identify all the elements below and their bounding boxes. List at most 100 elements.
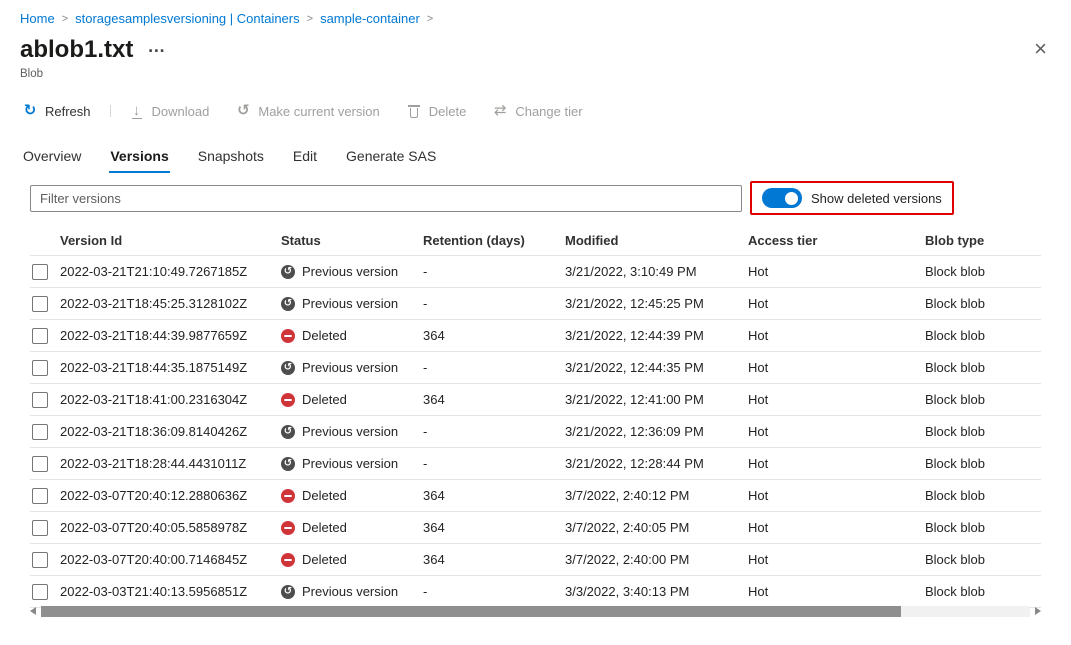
modified-cell: 3/3/2022, 3:40:13 PM — [565, 584, 748, 599]
table-row[interactable]: 2022-03-07T20:40:00.7146845Z Deleted 364… — [30, 544, 1041, 576]
table-row[interactable]: 2022-03-21T18:45:25.3128102Z Previous ve… — [30, 288, 1041, 320]
access-tier-cell: Hot — [748, 520, 925, 535]
column-header-retention[interactable]: Retention (days) — [423, 233, 565, 248]
retention-cell: 364 — [423, 328, 565, 343]
table-row[interactable]: 2022-03-21T18:44:35.1875149Z Previous ve… — [30, 352, 1041, 384]
row-checkbox[interactable] — [32, 488, 48, 504]
status-label: Previous version — [302, 424, 398, 439]
toggle-knob — [785, 192, 798, 205]
table-row[interactable]: 2022-03-07T20:40:12.2880636Z Deleted 364… — [30, 480, 1041, 512]
status-cell: Deleted — [281, 552, 423, 567]
row-checkbox[interactable] — [32, 584, 48, 600]
row-checkbox[interactable] — [32, 456, 48, 472]
column-header-blob-type[interactable]: Blob type — [925, 233, 1041, 248]
status-label: Deleted — [302, 328, 347, 343]
delete[interactable]: Delete — [406, 103, 467, 119]
previous-version-icon — [281, 457, 295, 471]
status-cell: Previous version — [281, 264, 423, 279]
previous-version-icon — [281, 361, 295, 375]
tab-bar: Overview Versions Snapshots Edit Generat… — [22, 146, 437, 173]
access-tier-cell: Hot — [748, 456, 925, 471]
access-tier-cell: Hot — [748, 552, 925, 567]
refresh[interactable]: Refresh — [22, 103, 91, 119]
status-cell: Previous version — [281, 456, 423, 471]
access-tier-cell: Hot — [748, 488, 925, 503]
toolbar-item-label: Delete — [429, 104, 467, 119]
download[interactable]: Download — [129, 103, 210, 119]
table-row[interactable]: 2022-03-21T18:41:00.2316304Z Deleted 364… — [30, 384, 1041, 416]
page-title: ablob1.txt — [20, 36, 133, 64]
toolbar-item-label: Download — [152, 104, 210, 119]
blob-type-cell: Block blob — [925, 264, 1041, 279]
breadcrumb-item: sample-container — [320, 11, 440, 26]
row-checkbox[interactable] — [32, 264, 48, 280]
checkbox-cell — [30, 264, 60, 280]
modified-cell: 3/21/2022, 12:45:25 PM — [565, 296, 748, 311]
table-row[interactable]: 2022-03-21T18:28:44.4431011Z Previous ve… — [30, 448, 1041, 480]
version-id-cell: 2022-03-07T20:40:00.7146845Z — [60, 552, 281, 567]
command-bar: Refresh Download Make current version De… — [22, 100, 583, 122]
checkbox-cell — [30, 328, 60, 344]
status-label: Previous version — [302, 456, 398, 471]
retention-cell: 364 — [423, 552, 565, 567]
retention-cell: - — [423, 424, 565, 439]
column-header-modified[interactable]: Modified — [565, 233, 748, 248]
versions[interactable]: Versions — [109, 146, 169, 173]
access-tier-cell: Hot — [748, 392, 925, 407]
more-options-icon[interactable]: … — [147, 36, 166, 56]
scrollbar-left-arrow-icon[interactable] — [30, 607, 36, 615]
access-tier-cell: Hot — [748, 360, 925, 375]
row-checkbox[interactable] — [32, 328, 48, 344]
row-checkbox[interactable] — [32, 296, 48, 312]
blob-type-cell: Block blob — [925, 296, 1041, 311]
overview[interactable]: Overview — [22, 146, 82, 173]
row-checkbox[interactable] — [32, 552, 48, 568]
column-header-version-id[interactable]: Version Id — [60, 233, 281, 248]
access-tier-cell: Hot — [748, 264, 925, 279]
change-tier-icon — [492, 103, 508, 119]
scrollbar-thumb[interactable] — [41, 606, 901, 617]
table-header: Version Id Status Retention (days) Modif… — [30, 226, 1041, 255]
filter-versions-input[interactable] — [30, 185, 742, 212]
modified-cell: 3/21/2022, 12:44:35 PM — [565, 360, 748, 375]
row-checkbox[interactable] — [32, 520, 48, 536]
show-deleted-toggle[interactable] — [762, 188, 802, 208]
blob-type-cell: Block blob — [925, 424, 1041, 439]
generate-sas[interactable]: Generate SAS — [345, 146, 437, 173]
checkbox-cell — [30, 584, 60, 600]
status-cell: Previous version — [281, 424, 423, 439]
snapshots[interactable]: Snapshots — [197, 146, 265, 173]
version-id-cell: 2022-03-03T21:40:13.5956851Z — [60, 584, 281, 599]
access-tier-cell: Hot — [748, 584, 925, 599]
table-row[interactable]: 2022-03-21T18:36:09.8140426Z Previous ve… — [30, 416, 1041, 448]
deleted-icon — [281, 489, 295, 503]
checkbox-cell — [30, 424, 60, 440]
deleted-icon — [281, 393, 295, 407]
scrollbar-track[interactable] — [41, 606, 1030, 617]
table-row[interactable]: 2022-03-21T21:10:49.7267185Z Previous ve… — [30, 256, 1041, 288]
change-tier[interactable]: Change tier — [492, 103, 582, 119]
version-id-cell: 2022-03-21T18:28:44.4431011Z — [60, 456, 281, 471]
breadcrumb-link[interactable]: sample-container — [320, 11, 420, 26]
column-header-access-tier[interactable]: Access tier — [748, 233, 925, 248]
make-current-version[interactable]: Make current version — [235, 103, 379, 119]
row-checkbox[interactable] — [32, 392, 48, 408]
retention-cell: - — [423, 456, 565, 471]
scrollbar-right-arrow-icon[interactable] — [1035, 607, 1041, 615]
table-row[interactable]: 2022-03-21T18:44:39.9877659Z Deleted 364… — [30, 320, 1041, 352]
edit[interactable]: Edit — [292, 146, 318, 173]
breadcrumb-link[interactable]: storagesamplesversioning | Containers — [75, 11, 300, 26]
row-checkbox[interactable] — [32, 360, 48, 376]
status-cell: Previous version — [281, 360, 423, 375]
column-header-status[interactable]: Status — [281, 233, 423, 248]
modified-cell: 3/7/2022, 2:40:12 PM — [565, 488, 748, 503]
table-row[interactable]: 2022-03-07T20:40:05.5858978Z Deleted 364… — [30, 512, 1041, 544]
title-bar: ablob1.txt … — [20, 36, 166, 64]
row-checkbox[interactable] — [32, 424, 48, 440]
close-icon[interactable]: × — [1034, 38, 1047, 60]
status-label: Previous version — [302, 264, 398, 279]
breadcrumb-link[interactable]: Home — [20, 11, 55, 26]
breadcrumb-item: storagesamplesversioning | Containers — [75, 11, 320, 26]
retention-cell: - — [423, 264, 565, 279]
retention-cell: - — [423, 360, 565, 375]
